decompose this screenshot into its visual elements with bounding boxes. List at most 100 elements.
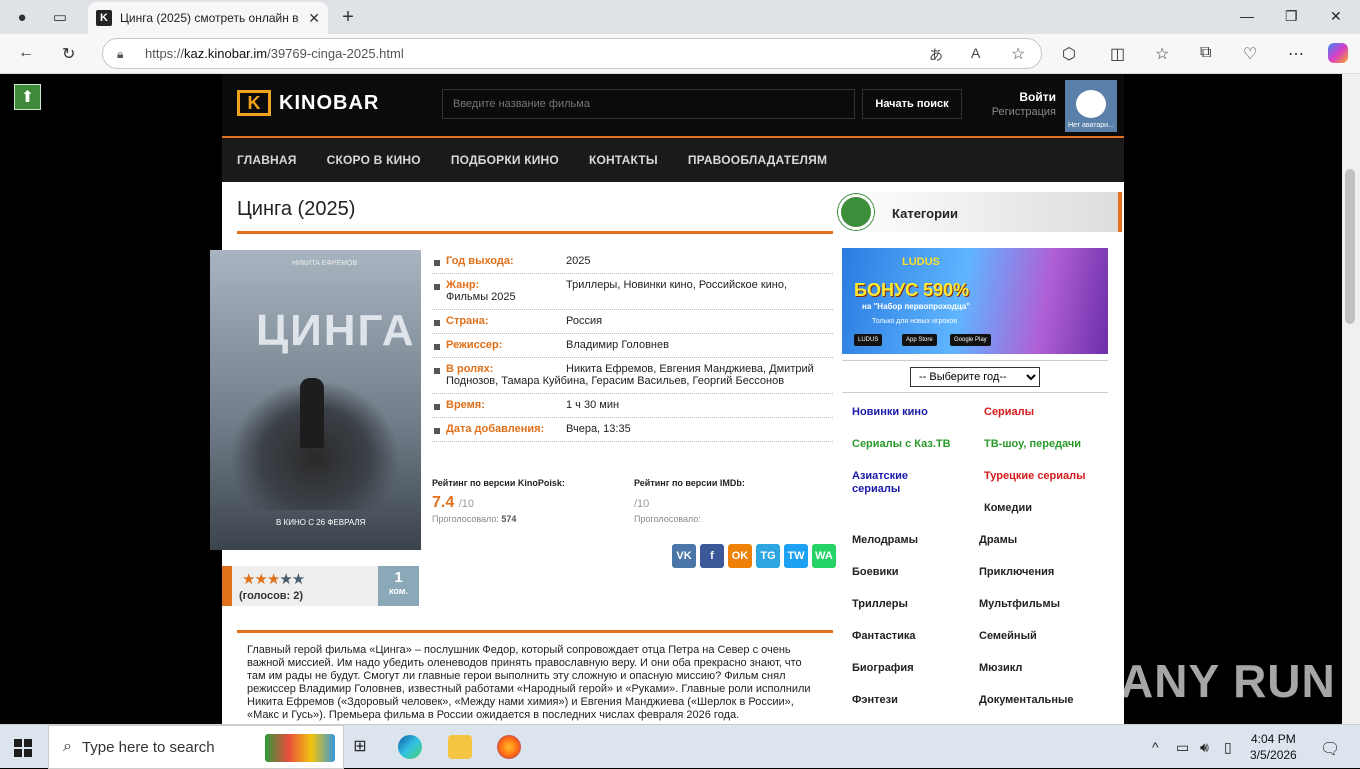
notifications-icon[interactable]: 🗨︎ [1320, 739, 1340, 759]
cat-tv-shows[interactable]: ТВ-шоу, передачи [984, 438, 1104, 451]
cat-asian-series[interactable]: Азиатские сериалы [852, 470, 942, 496]
year-select[interactable]: -- Выберите год-- [910, 367, 1040, 387]
odnoklassniki-share-icon[interactable]: OK [728, 544, 752, 568]
copilot-icon[interactable] [1328, 43, 1348, 63]
favorites-icon[interactable]: ☆ [1155, 44, 1169, 64]
cat-new-movies[interactable]: Новинки кино [852, 406, 972, 419]
address-bar[interactable]: 🔒︎ https://kaz.kinobar.im/39769-cinga-20… [102, 38, 1042, 69]
search-input[interactable] [442, 89, 855, 119]
tray-volume-icon[interactable]: 🔊︎ [1200, 739, 1209, 756]
info-row-genre: Жанр: Триллеры, Новинки кино, Российское … [432, 274, 833, 310]
register-link[interactable]: Регистрация [982, 106, 1056, 118]
extensions-icon[interactable]: ⬡ [1062, 44, 1076, 64]
cat-melodrama[interactable]: Мелодрамы [852, 534, 972, 547]
login-link[interactable]: Войти [982, 90, 1056, 104]
cat-turkish-series[interactable]: Турецкие сериалы [984, 470, 1104, 483]
cat-adventure[interactable]: Приключения [979, 566, 1099, 579]
reload-icon[interactable]: ↻ [62, 44, 75, 64]
cat-musical[interactable]: Мюзикл [979, 662, 1099, 675]
page-scrollbar[interactable] [1342, 74, 1360, 724]
cat-biography[interactable]: Биография [852, 662, 972, 675]
close-tab-icon[interactable]: ✕ [308, 10, 320, 27]
profile-icon[interactable]: ● [12, 7, 32, 27]
back-icon[interactable]: ← [18, 44, 34, 62]
browser-tab-active[interactable]: K Цинга (2025) смотреть онлайн в ✕ [88, 2, 328, 34]
site-logo[interactable]: K KINOBAR [237, 90, 379, 116]
cat-documentary[interactable]: Документальные [979, 694, 1099, 707]
browser-essentials-icon[interactable]: ♡ [1243, 44, 1257, 64]
banner-bonus: БОНУС 590% [854, 280, 970, 300]
translate-icon[interactable]: あ [929, 45, 943, 65]
split-screen-icon[interactable]: ◫ [1110, 44, 1125, 64]
cat-action[interactable]: Боевики [852, 566, 972, 579]
cat-thriller[interactable]: Триллеры [852, 598, 972, 611]
site-header: K KINOBAR Начать поиск Войти Регистрация… [222, 74, 1124, 138]
info-row-time: Время: 1 ч 30 мин [432, 394, 833, 418]
facebook-share-icon[interactable]: f [700, 544, 724, 568]
read-aloud-icon[interactable]: A [971, 45, 980, 61]
windows-start-icon[interactable] [14, 739, 32, 757]
twitter-share-icon[interactable]: TW [784, 544, 808, 568]
edge-taskbar-icon[interactable] [398, 735, 422, 759]
tab-actions-icon[interactable]: ▭ [50, 7, 70, 27]
menu-item-contacts[interactable]: КОНТАКТЫ [589, 153, 658, 167]
cat-cartoons[interactable]: Мультфильмы [979, 598, 1099, 611]
poster-release: В КИНО С 26 ФЕВРАЛЯ [276, 518, 366, 527]
close-window-icon[interactable]: ✕ [1330, 8, 1342, 25]
poster-title: ЦИНГА [256, 306, 416, 355]
rating-stars-icon[interactable]: ★★★★★ [242, 570, 305, 588]
taskbar-search[interactable]: ⌕ Type here to search [48, 725, 344, 769]
tray-chevron-icon[interactable]: ^ [1152, 739, 1159, 755]
votes-count: (голосов: 2) [239, 590, 304, 602]
cat-fantasy[interactable]: Фэнтези [852, 694, 972, 707]
whatsapp-share-icon[interactable]: WA [812, 544, 836, 568]
banner-line: на "Набор первопроходца" [862, 302, 971, 311]
more-menu-icon[interactable]: ⋯ [1288, 44, 1304, 64]
vk-share-icon[interactable]: VK [672, 544, 696, 568]
cat-series[interactable]: Сериалы [984, 406, 1104, 419]
comments-count: 1 [394, 569, 403, 586]
taskbar-search-text: Type here to search [81, 738, 215, 756]
menu-item-copyright[interactable]: ПРАВООБЛАДАТЕЛЯМ [688, 153, 827, 167]
ad-banner[interactable]: LUDUS БОНУС 590% на "Набор первопроходца… [842, 248, 1108, 354]
comments-label: ком. [389, 586, 408, 596]
scrollbar-thumb[interactable] [1345, 169, 1355, 324]
info-row-director: Режиссер: Владимир Головнев [432, 334, 833, 358]
scroll-top-icon[interactable]: ⬆ [14, 84, 41, 110]
new-tab-icon[interactable]: + [338, 6, 358, 28]
tray-network-icon[interactable]: ▭ [1176, 739, 1189, 756]
menu-item-home[interactable]: ГЛАВНАЯ [237, 153, 297, 167]
lock-icon: 🔒︎ [117, 46, 124, 61]
task-view-icon[interactable]: ⊞ [348, 735, 372, 759]
avatar[interactable]: Нет аватари... [1065, 80, 1117, 132]
menu-item-collections[interactable]: ПОДБОРКИ КИНО [451, 153, 559, 167]
avatar-placeholder-icon [1076, 90, 1106, 118]
tray-battery-icon[interactable]: ▯ [1224, 739, 1232, 756]
search-button[interactable]: Начать поиск [862, 89, 962, 119]
restore-icon[interactable]: ❐ [1285, 8, 1298, 25]
file-explorer-icon[interactable] [448, 735, 472, 759]
cat-family[interactable]: Семейный [979, 630, 1099, 643]
telegram-share-icon[interactable]: TG [756, 544, 780, 568]
page-title: Цинга (2025) [237, 198, 356, 220]
cat-comedy[interactable]: Комедии [984, 502, 1104, 515]
comments-badge[interactable]: 1 ком. [378, 566, 419, 606]
cat-scifi[interactable]: Фантастика [852, 630, 972, 643]
menu-item-coming-soon[interactable]: СКОРО В КИНО [327, 153, 421, 167]
search-highlight-gifts-icon [265, 734, 335, 762]
movie-poster[interactable]: НИКИТА ЕФРЕМОВ ЦИНГА В КИНО С 26 ФЕВРАЛЯ [210, 250, 421, 550]
description-divider [237, 630, 833, 633]
info-row-added: Дата добавления: Вчера, 13:35 [432, 418, 833, 442]
movie-description: Главный герой фильма «Цинга» – послушник… [247, 644, 811, 721]
favorite-star-icon[interactable]: ☆ [1011, 44, 1025, 64]
collections-icon[interactable]: ⧉ [1200, 44, 1211, 62]
poster-actor: НИКИТА ЕФРЕМОВ [292, 260, 358, 267]
title-divider [237, 231, 833, 234]
firefox-icon[interactable] [497, 735, 521, 759]
taskbar-clock[interactable]: 4:04 PM 3/5/2026 [1250, 731, 1297, 763]
minimize-icon[interactable]: — [1240, 8, 1254, 24]
cat-drama[interactable]: Драмы [979, 534, 1099, 547]
banner-brand: LUDUS [902, 256, 940, 268]
cat-kaz-tv-series[interactable]: Сериалы с Каз.ТВ [852, 438, 972, 451]
banner-small: Только для новых игроков [872, 318, 958, 325]
